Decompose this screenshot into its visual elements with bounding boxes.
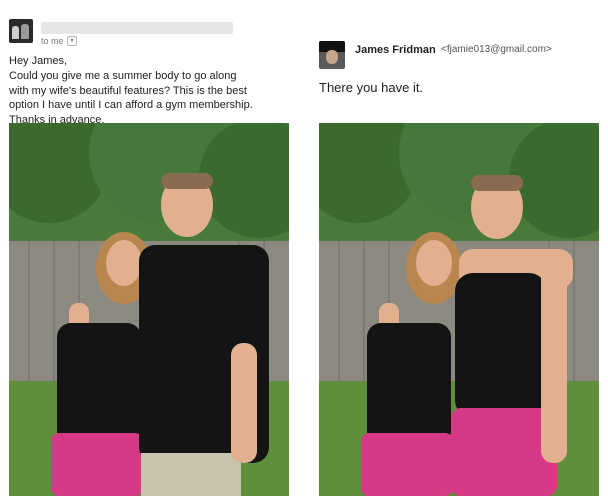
recipient-label: to me [41, 36, 64, 46]
message-line: with my wife's beautiful features? This … [9, 84, 247, 97]
reply-sender-avatar [319, 41, 345, 69]
edited-photo [319, 123, 599, 496]
reply-sender-email: <fjamie013@gmail.com> [441, 44, 552, 55]
sender-avatar [9, 19, 33, 43]
original-photo [9, 123, 289, 496]
greeting-line: Hey James, [9, 55, 68, 67]
reply-message: There you have it. [319, 80, 424, 95]
chevron-down-icon[interactable]: ▾ [67, 36, 77, 46]
reply-sender-name: James Fridman [355, 44, 436, 56]
message-line: Could you give me a summer body to go al… [9, 69, 237, 82]
redacted-sender-name [41, 22, 233, 34]
request-message: Hey James, Could you give me a summer bo… [9, 54, 309, 128]
message-line: option I have until I can afford a gym m… [9, 99, 253, 112]
